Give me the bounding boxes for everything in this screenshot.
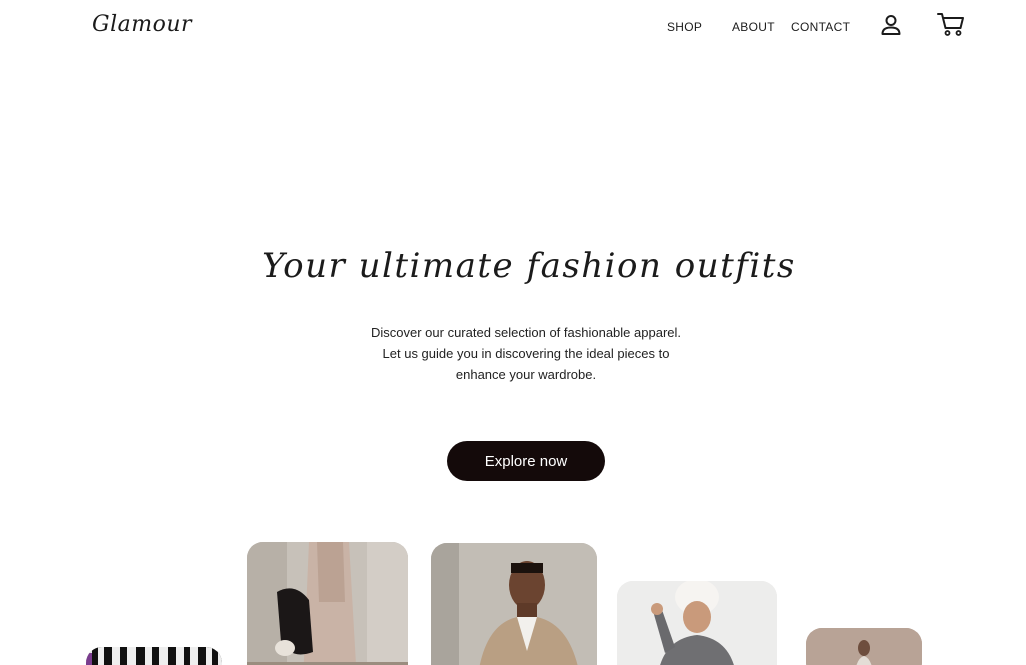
brand-logo[interactable]: Glamour — [92, 12, 192, 37]
nav-contact-link[interactable]: CONTACT — [791, 20, 850, 34]
hero-description-line: Let us guide you in discovering the idea… — [382, 346, 670, 361]
nav-about-link[interactable]: ABOUT — [732, 20, 775, 34]
explore-now-button[interactable]: Explore now — [447, 441, 605, 481]
gallery-photo-2[interactable] — [247, 542, 408, 665]
gallery-photo-3[interactable] — [431, 543, 597, 665]
hero-title: Your ultimate fashion outfits — [262, 246, 796, 286]
hero-description-line: enhance your wardrobe. — [455, 367, 597, 382]
gallery-photo-1[interactable] — [86, 647, 222, 665]
gallery-photo-5[interactable] — [806, 628, 922, 665]
hero-description: Discover our curated selection of fashio… — [326, 322, 726, 385]
cart-icon[interactable] — [937, 11, 965, 37]
gallery-photo-4[interactable] — [617, 581, 777, 665]
hero-description-line: Discover our curated selection of fashio… — [370, 325, 681, 340]
nav-shop-link[interactable]: SHOP — [667, 20, 702, 34]
user-icon[interactable] — [879, 13, 903, 37]
landing-page: Glamour SHOP ABOUT CONTACT Your ultimate… — [0, 0, 1026, 665]
